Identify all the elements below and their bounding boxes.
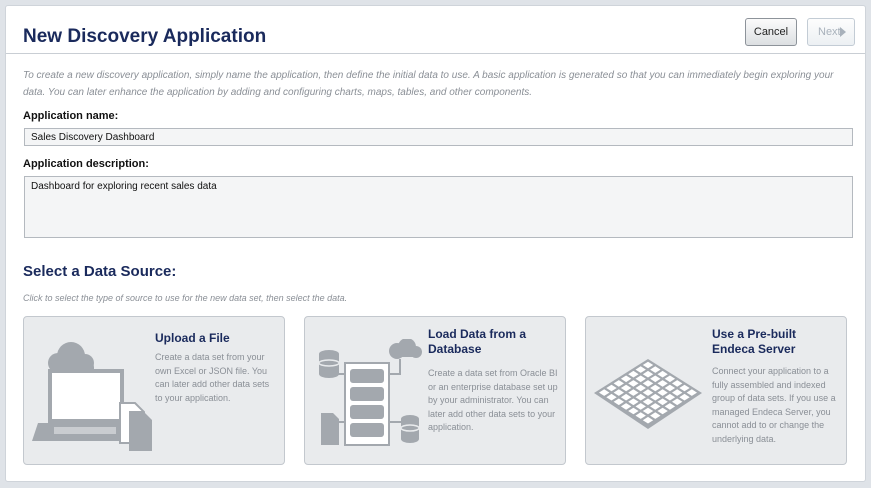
endeca-server-description: Connect your application to a fully asse… <box>712 366 836 444</box>
arrow-right-icon <box>840 27 846 37</box>
next-button[interactable]: Next <box>807 18 855 46</box>
endeca-server-title: Use a Pre-built Endeca Server <box>712 327 797 356</box>
database-description: Create a data set from Oracle BI or an e… <box>428 368 558 432</box>
laptop-upload-icon <box>32 342 152 451</box>
database-icon <box>318 339 422 446</box>
upload-file-description: Create a data set from your own Excel or… <box>155 352 270 403</box>
application-description-label: Application description: <box>23 158 149 170</box>
data-source-title: Select a Data Source: <box>23 263 177 280</box>
database-title: Load Data from a Database <box>428 327 527 356</box>
wizard-panel: New Discovery Application Cancel Next To… <box>5 5 866 482</box>
endeca-server-grid-icon <box>594 359 702 429</box>
endeca-server-card[interactable]: Use a Pre-built Endeca Server Connect yo… <box>585 316 847 465</box>
upload-file-title: Upload a File <box>155 331 230 345</box>
cancel-button[interactable]: Cancel <box>745 18 797 46</box>
header-divider <box>6 53 865 54</box>
application-name-input[interactable]: Sales Discovery Dashboard <box>24 128 853 146</box>
data-source-hint: Click to select the type of source to us… <box>23 293 348 303</box>
next-button-label: Next <box>818 26 841 38</box>
upload-file-card[interactable]: Upload a File Create a data set from you… <box>23 316 285 465</box>
intro-text: To create a new discovery application, s… <box>23 70 834 98</box>
application-name-label: Application name: <box>23 110 119 122</box>
page-title: New Discovery Application <box>23 26 267 47</box>
application-description-input[interactable]: Dashboard for exploring recent sales dat… <box>24 176 853 238</box>
database-card[interactable]: Load Data from a Database Create a data … <box>304 316 566 465</box>
